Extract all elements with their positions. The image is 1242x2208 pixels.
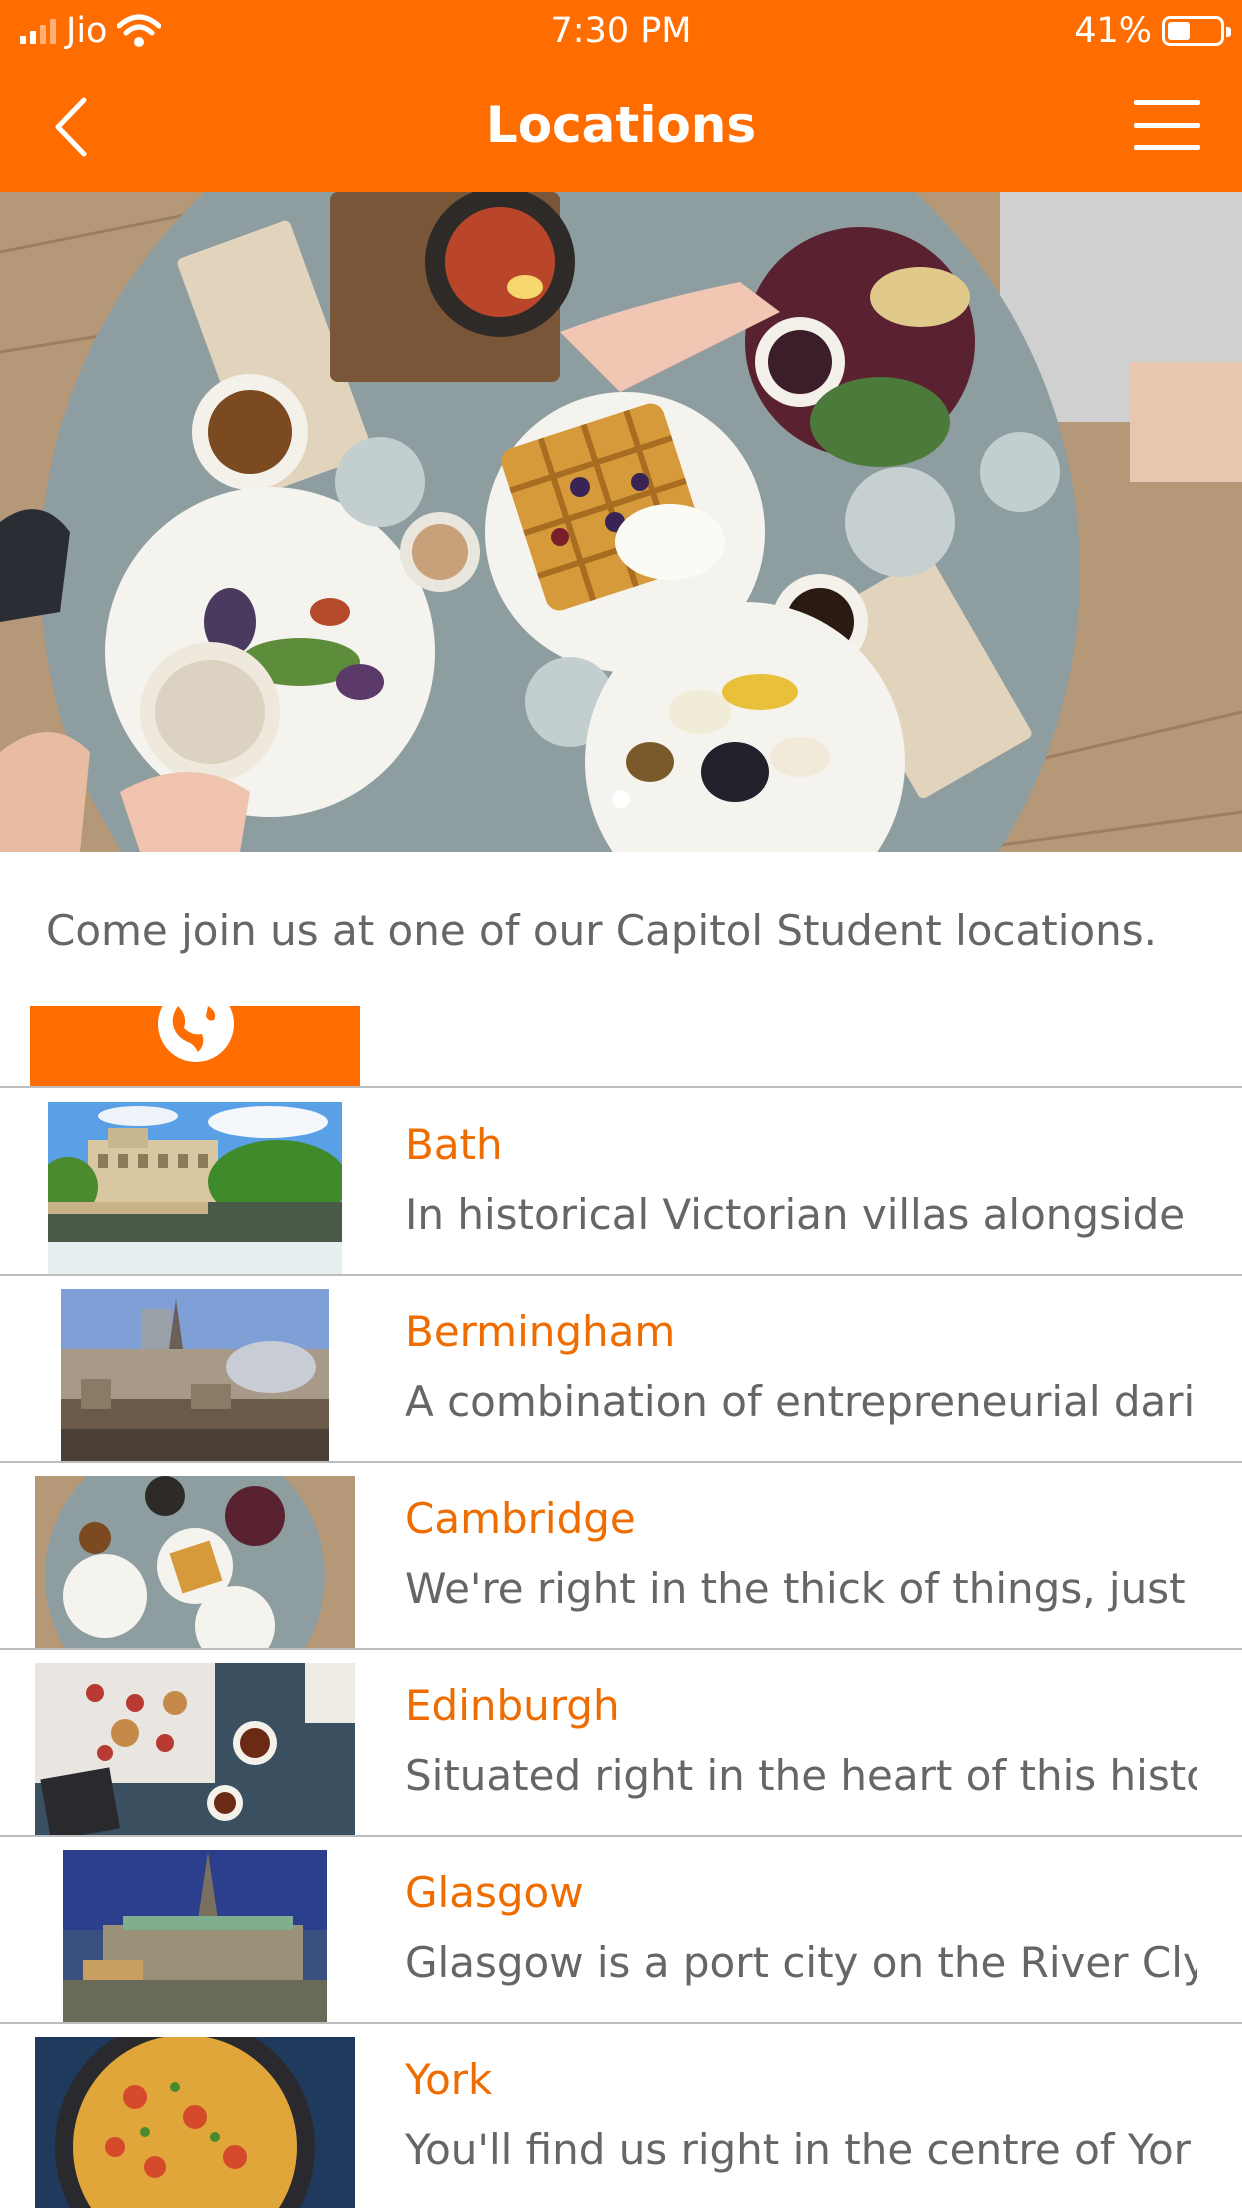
location-description: We're right in the thick of things, just… [405, 1564, 1197, 1613]
location-description: A combination of entrepreneurial dari [405, 1377, 1196, 1426]
tab-globe[interactable] [30, 1006, 360, 1086]
location-name: Bath [405, 1120, 503, 1169]
menu-button[interactable] [1134, 100, 1200, 150]
location-row-bermingham[interactable]: Bermingham A combination of entrepreneur… [0, 1275, 1242, 1461]
location-row-glasgow[interactable]: Glasgow Glasgow is a port city on the Ri… [0, 1836, 1242, 2022]
location-name: Bermingham [405, 1307, 676, 1356]
location-description: Situated right in the heart of this hist… [405, 1751, 1197, 1800]
location-description: In historical Victorian villas alongside… [405, 1190, 1197, 1239]
battery-percent: 41% [1074, 11, 1152, 51]
carousel-dot-active[interactable] [612, 790, 630, 808]
location-description: Glasgow is a port city on the River Clyc [405, 1938, 1197, 1987]
hero-image-carousel[interactable] [0, 192, 1242, 852]
location-name: Glasgow [405, 1868, 584, 1917]
location-row-edinburgh[interactable]: Edinburgh Situated right in the heart of… [0, 1649, 1242, 1835]
location-name: Cambridge [405, 1494, 636, 1543]
bath-river-photo [48, 1102, 342, 1274]
paella-dish-photo [35, 2037, 355, 2208]
tea-pastries-photo [35, 1663, 355, 1835]
location-description: You'll find us right in the centre of Yo… [405, 2125, 1191, 2174]
top-bar: Jio 7:30 PM 41% Locations [0, 0, 1242, 192]
battery-icon [1162, 16, 1231, 46]
status-time: 7:30 PM [550, 11, 692, 51]
breakfast-table-photo [35, 1476, 355, 1648]
location-row-cambridge[interactable]: Cambridge We're right in the thick of th… [0, 1462, 1242, 1648]
intro-text: Come join us at one of our Capitol Stude… [46, 906, 1157, 955]
glasgow-cathedral-photo [63, 1850, 327, 2022]
location-row-york[interactable]: York You'll find us right in the centre … [0, 2023, 1242, 2208]
breakfast-table-photo [0, 192, 1242, 852]
status-bar: Jio 7:30 PM 41% [0, 0, 1242, 62]
birmingham-skyline-photo [61, 1289, 329, 1461]
hamburger-menu-icon [1134, 100, 1200, 105]
location-name: York [405, 2055, 493, 2104]
globe-icon [158, 1006, 234, 1062]
page-title: Locations [485, 96, 757, 154]
location-name: Edinburgh [405, 1681, 620, 1730]
location-row-bath[interactable]: Bath In historical Victorian villas alon… [0, 1088, 1242, 1274]
